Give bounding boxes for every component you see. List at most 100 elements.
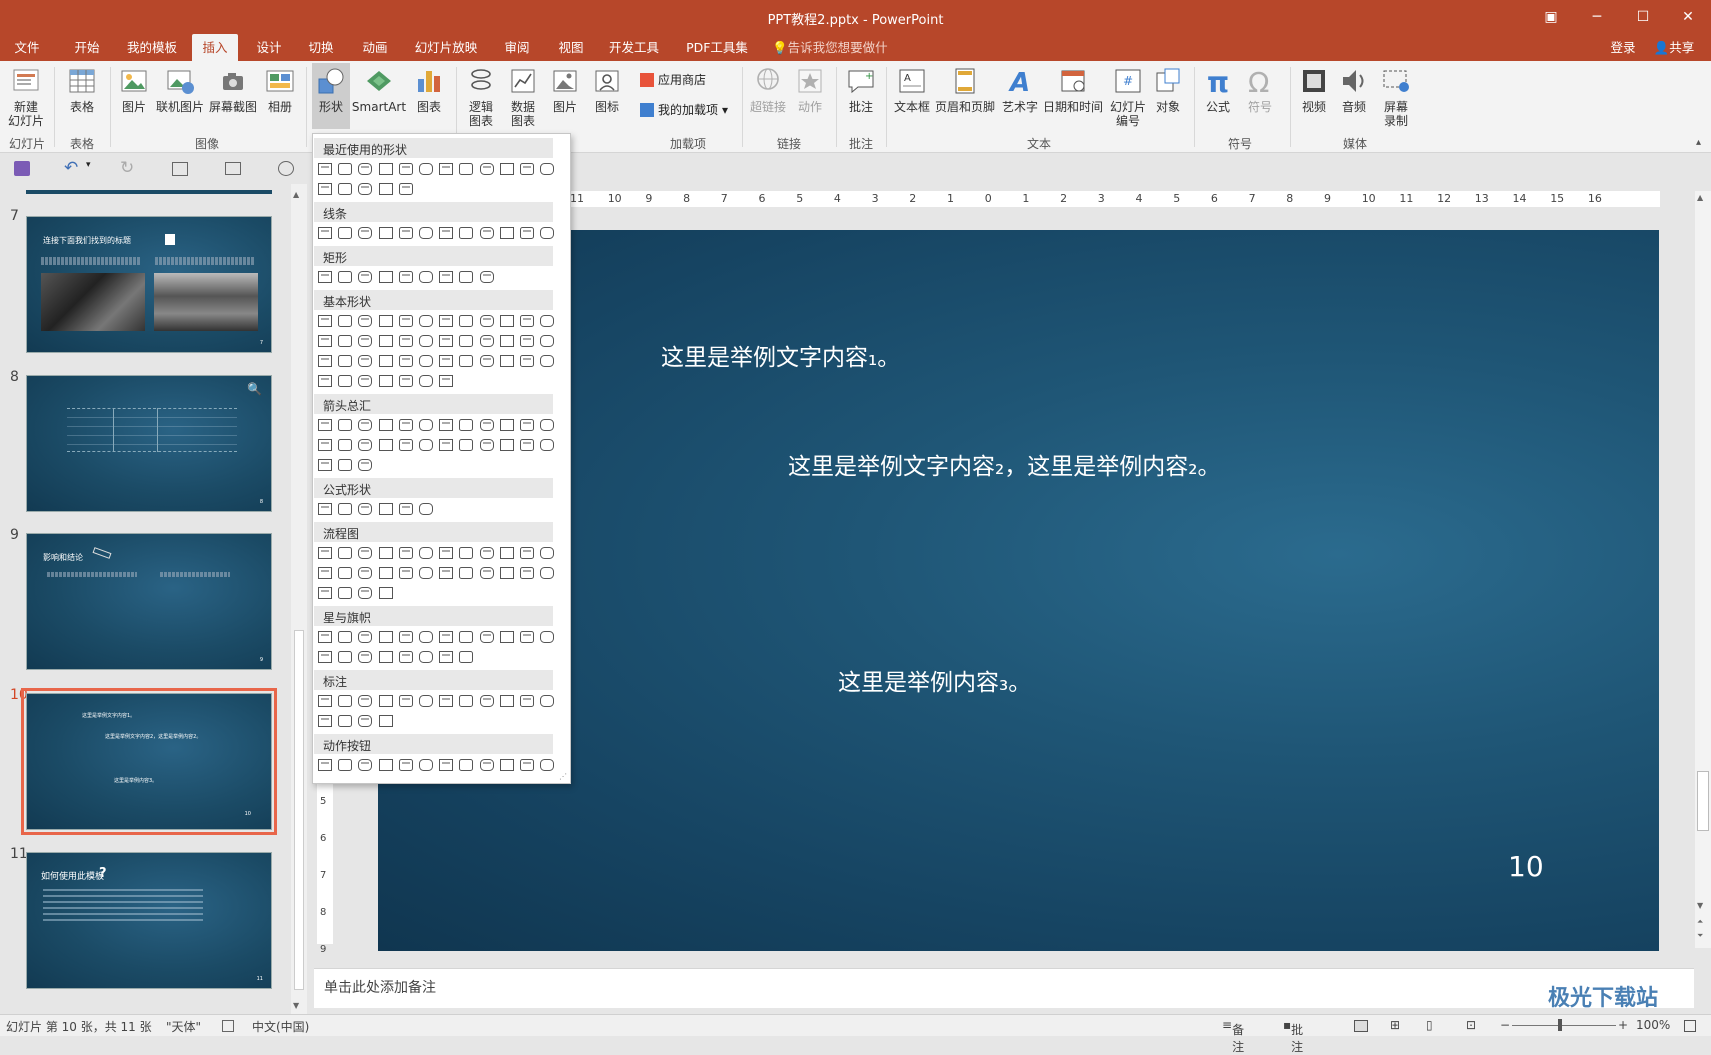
spellcheck-icon[interactable] <box>222 1020 234 1032</box>
shape-option-icon[interactable] <box>377 756 395 774</box>
shape-option-icon[interactable] <box>356 160 374 178</box>
redo-icon[interactable]: ↻ <box>120 158 134 178</box>
shape-option-icon[interactable] <box>437 224 455 242</box>
tab-home[interactable]: 开始 <box>70 34 104 61</box>
shape-option-icon[interactable] <box>478 268 496 286</box>
tab-file[interactable]: 文件 <box>10 34 44 61</box>
shape-option-icon[interactable] <box>437 332 455 350</box>
shape-option-icon[interactable] <box>457 756 475 774</box>
shape-option-icon[interactable] <box>478 544 496 562</box>
scroll-thumb[interactable] <box>1697 771 1709 831</box>
shape-option-icon[interactable] <box>437 436 455 454</box>
shape-option-icon[interactable] <box>356 180 374 198</box>
shape-option-icon[interactable] <box>538 160 556 178</box>
shape-option-icon[interactable] <box>336 332 354 350</box>
shape-option-icon[interactable] <box>397 436 415 454</box>
scroll-up-icon[interactable]: ▲ <box>1697 193 1703 202</box>
shape-option-icon[interactable] <box>437 648 455 666</box>
slide-number-button[interactable]: # 幻灯片 编号 <box>1106 65 1150 128</box>
shape-option-icon[interactable] <box>377 416 395 434</box>
shape-option-icon[interactable] <box>417 628 435 646</box>
shape-option-icon[interactable] <box>336 712 354 730</box>
new-slide-button[interactable]: 新建 幻灯片 <box>6 65 46 128</box>
shape-option-icon[interactable] <box>316 584 334 602</box>
shape-option-icon[interactable] <box>336 312 354 330</box>
album-button[interactable]: 相册 <box>262 65 298 114</box>
shape-option-icon[interactable] <box>437 160 455 178</box>
shape-option-icon[interactable] <box>397 180 415 198</box>
shape-option-icon[interactable] <box>316 160 334 178</box>
shape-option-icon[interactable] <box>316 692 334 710</box>
shape-option-icon[interactable] <box>437 268 455 286</box>
shape-option-icon[interactable] <box>316 456 334 474</box>
shape-option-icon[interactable] <box>417 160 435 178</box>
tell-me-box[interactable]: 💡告诉我您想要做什么... <box>772 34 910 82</box>
shape-option-icon[interactable] <box>397 756 415 774</box>
shape-option-icon[interactable] <box>457 224 475 242</box>
shape-option-icon[interactable] <box>417 500 435 518</box>
tab-insert[interactable]: 插入 <box>192 34 238 61</box>
shape-option-icon[interactable] <box>538 692 556 710</box>
store-button[interactable]: 应用商店 <box>640 71 706 88</box>
shape-option-icon[interactable] <box>457 628 475 646</box>
shape-option-icon[interactable] <box>336 544 354 562</box>
shape-option-icon[interactable] <box>336 648 354 666</box>
data-chart-button[interactable]: 数据 图表 <box>504 65 542 128</box>
shape-option-icon[interactable] <box>336 372 354 390</box>
picture-button[interactable]: 图片 <box>116 65 152 114</box>
shape-option-icon[interactable] <box>356 544 374 562</box>
shape-option-icon[interactable] <box>397 160 415 178</box>
shape-option-icon[interactable] <box>316 628 334 646</box>
next-slide-icon[interactable]: ⏷ <box>1697 931 1703 941</box>
shape-option-icon[interactable] <box>437 756 455 774</box>
audio-button[interactable]: 音频 <box>1336 65 1372 114</box>
shape-option-icon[interactable] <box>437 312 455 330</box>
shape-option-icon[interactable] <box>417 436 435 454</box>
shape-option-icon[interactable] <box>417 756 435 774</box>
shape-option-icon[interactable] <box>397 500 415 518</box>
slideshow-view-icon[interactable]: ⊡ <box>1466 1018 1476 1032</box>
shape-option-icon[interactable] <box>377 332 395 350</box>
slide-thumbnail[interactable]: 🔍 8 <box>26 375 272 512</box>
shape-option-icon[interactable] <box>417 564 435 582</box>
zoom-slider-thumb[interactable] <box>1558 1019 1562 1031</box>
normal-view-icon[interactable] <box>1354 1020 1368 1032</box>
shape-option-icon[interactable] <box>478 756 496 774</box>
shape-option-icon[interactable] <box>336 180 354 198</box>
slide-thumbnail[interactable]: 如何使用此模板 ? 11 <box>26 852 272 989</box>
shape-option-icon[interactable] <box>356 372 374 390</box>
tab-my-templates[interactable]: 我的模板 <box>124 34 180 61</box>
shape-option-icon[interactable] <box>356 500 374 518</box>
tab-review[interactable]: 审阅 <box>502 34 532 61</box>
shape-option-icon[interactable] <box>498 544 516 562</box>
shape-option-icon[interactable] <box>417 332 435 350</box>
resize-grip-icon[interactable]: ⋰ <box>559 772 567 781</box>
shape-option-icon[interactable] <box>518 416 536 434</box>
video-button[interactable]: 视频 <box>1296 65 1332 114</box>
shape-option-icon[interactable] <box>377 352 395 370</box>
shape-option-icon[interactable] <box>356 456 374 474</box>
shape-option-icon[interactable] <box>397 544 415 562</box>
chart-button[interactable]: 图表 <box>410 65 448 114</box>
shape-option-icon[interactable] <box>377 436 395 454</box>
action-button[interactable]: 动作 <box>792 65 828 114</box>
shape-option-icon[interactable] <box>377 160 395 178</box>
shape-option-icon[interactable] <box>538 628 556 646</box>
shape-option-icon[interactable] <box>437 564 455 582</box>
undo-icon[interactable]: ↶ <box>64 158 78 178</box>
shape-option-icon[interactable] <box>377 628 395 646</box>
shape-option-icon[interactable] <box>498 756 516 774</box>
collapse-ribbon-icon[interactable]: ▴ <box>1696 137 1701 148</box>
shape-option-icon[interactable] <box>437 352 455 370</box>
shape-option-icon[interactable] <box>457 352 475 370</box>
layout-icon[interactable] <box>225 162 241 175</box>
shape-option-icon[interactable] <box>336 564 354 582</box>
login-link[interactable]: 登录 <box>1608 34 1638 61</box>
shape-option-icon[interactable] <box>538 312 556 330</box>
shape-option-icon[interactable] <box>478 692 496 710</box>
shape-option-icon[interactable] <box>316 564 334 582</box>
shape-option-icon[interactable] <box>316 224 334 242</box>
maximize-button[interactable]: ☐ <box>1620 0 1666 34</box>
screen-record-button[interactable]: 屏幕 录制 <box>1378 65 1414 128</box>
shape-option-icon[interactable] <box>538 564 556 582</box>
